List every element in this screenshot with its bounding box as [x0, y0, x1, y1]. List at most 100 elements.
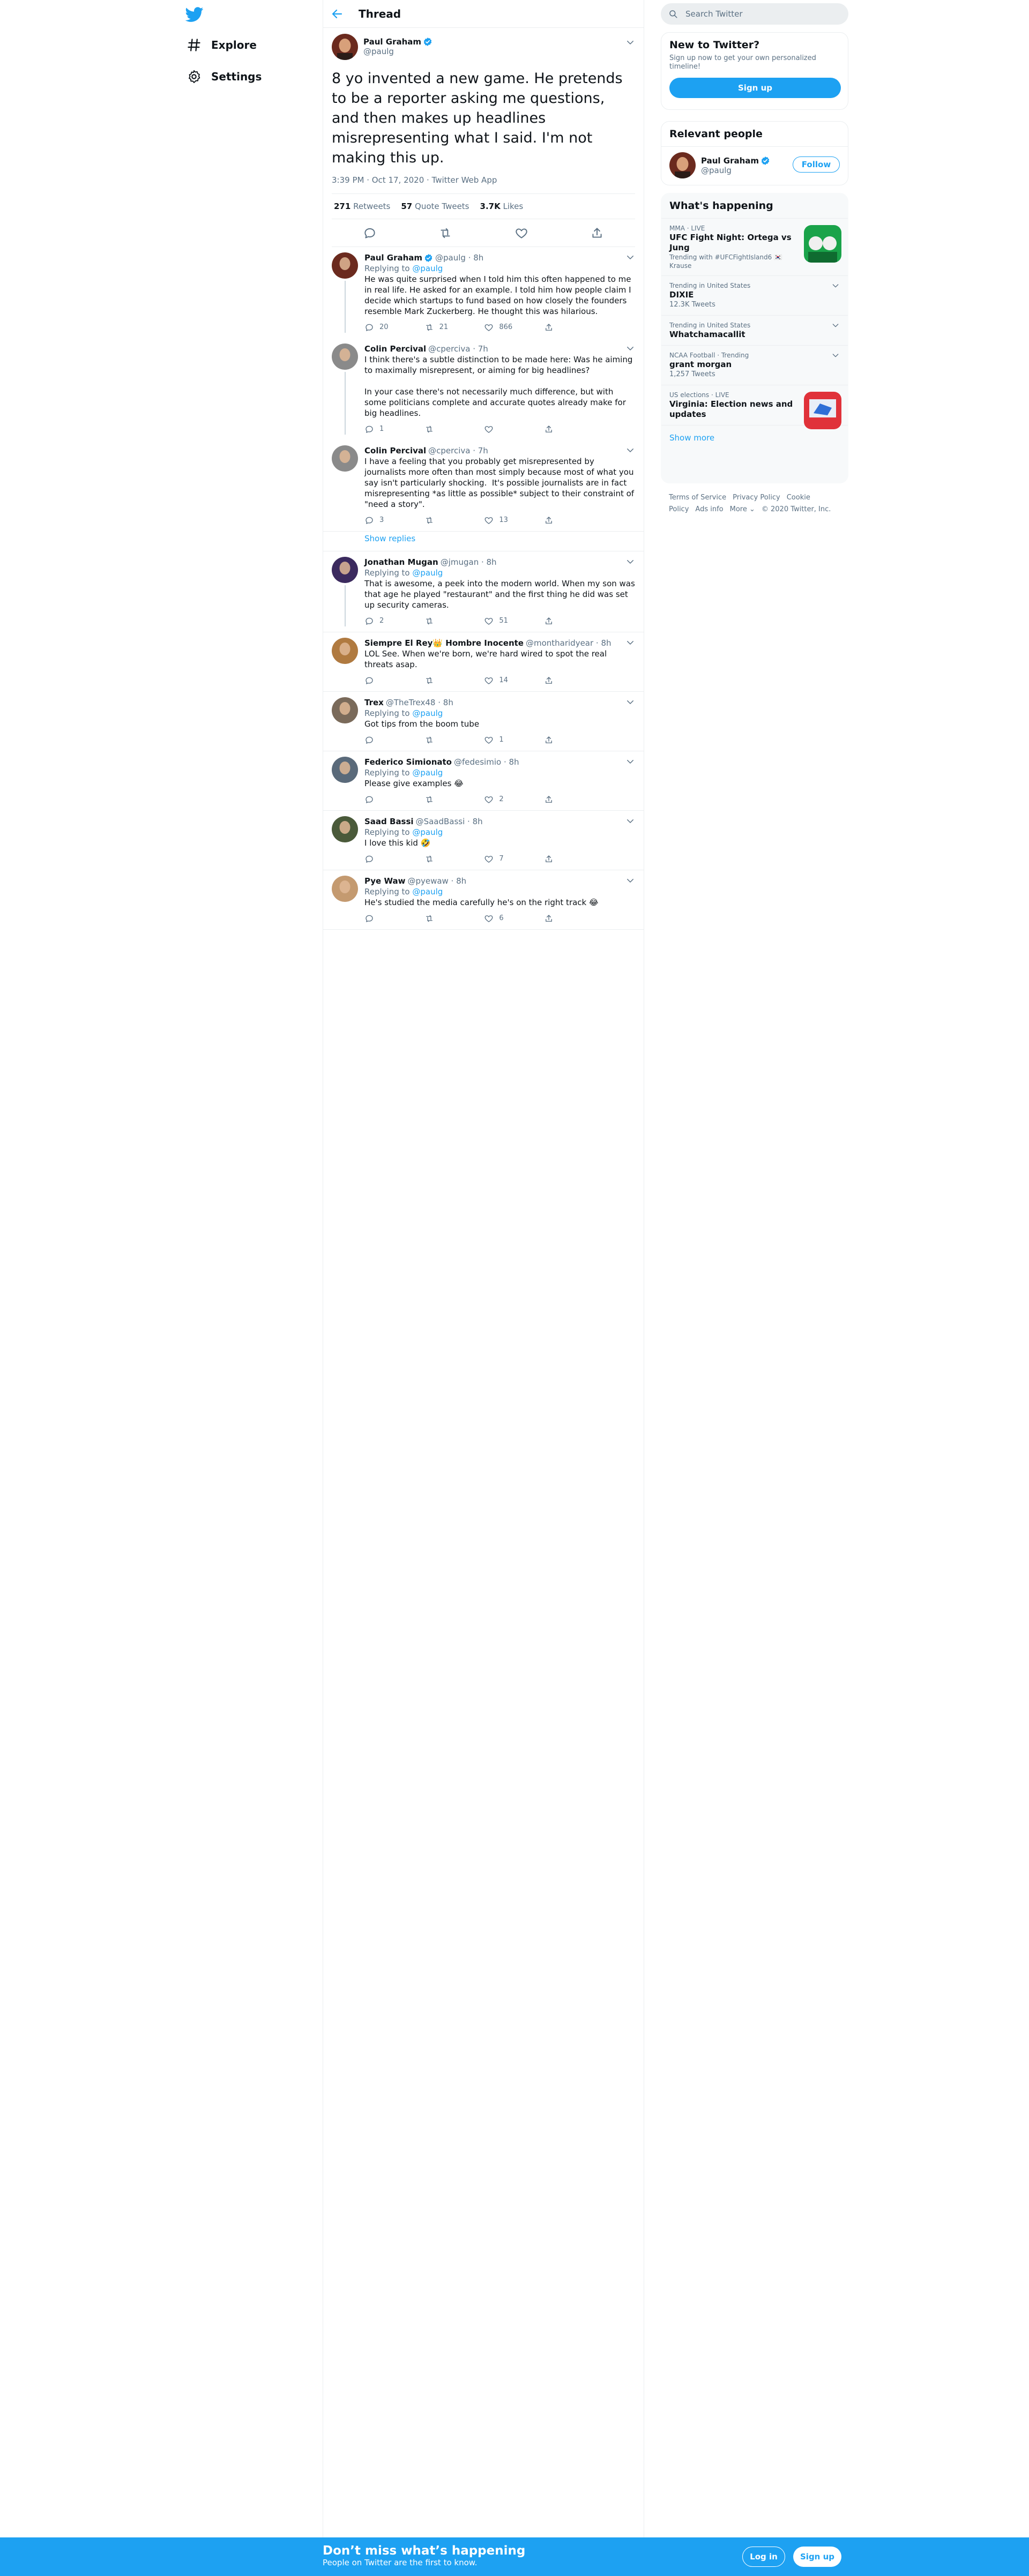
chevron-down-icon[interactable] [831, 351, 840, 360]
chevron-down-icon[interactable] [625, 445, 635, 455]
trend-item[interactable]: Trending in United States DIXIE 12.3K Tw… [661, 276, 848, 316]
reply-action[interactable] [364, 735, 413, 745]
reply-author-name[interactable]: Colin Percival [364, 344, 426, 354]
reply-tweet[interactable]: Colin Percival @cperciva · 7h I think th… [323, 338, 644, 440]
reply-action[interactable]: 20 [364, 322, 413, 333]
reply-tweet[interactable]: Jonathan Mugan @jmugan · 8h Replying to … [323, 551, 644, 632]
avatar[interactable] [332, 252, 358, 279]
like-action[interactable]: 1 [484, 735, 532, 745]
twitter-logo-icon[interactable] [185, 5, 210, 30]
nav-explore[interactable]: Explore [187, 33, 257, 57]
footer-link[interactable]: Ads info [695, 505, 723, 513]
reply-action[interactable]: 1 [364, 424, 413, 435]
share-icon[interactable] [590, 226, 604, 240]
retweet-action[interactable] [424, 675, 473, 686]
tweet-timestamp[interactable]: 3:39 PM · Oct 17, 2020 · Twitter Web App [332, 175, 635, 194]
chevron-down-icon[interactable] [831, 281, 840, 290]
reply-tweet[interactable]: Paul Graham @paulg · 8h Replying to @pau… [323, 247, 644, 338]
like-action[interactable]: 6 [484, 913, 532, 924]
footer-link[interactable]: Privacy Policy [733, 494, 780, 502]
retweet-action[interactable]: 21 [424, 322, 473, 333]
share-action[interactable] [544, 854, 592, 864]
avatar[interactable] [332, 757, 358, 783]
chevron-down-icon[interactable] [625, 38, 635, 47]
like-action[interactable]: 7 [484, 854, 532, 864]
replying-to-handle[interactable]: @paulg [412, 568, 443, 578]
replying-to-handle[interactable]: @paulg [412, 708, 443, 718]
reply-author-name[interactable]: Siempre El Rey👑 Hombre Inocente [364, 638, 524, 648]
reply-author-name[interactable]: Colin Percival [364, 445, 426, 456]
reply-author-name[interactable]: Jonathan Mugan [364, 557, 438, 568]
show-replies-link[interactable]: Show replies [323, 532, 644, 551]
reply-author-handle[interactable]: @pyewaw · 8h [407, 876, 466, 886]
share-action[interactable] [544, 794, 592, 805]
reply-author-handle[interactable]: @fedesimio · 8h [454, 757, 519, 767]
replying-to-handle[interactable]: @paulg [412, 264, 443, 273]
reply-action[interactable]: 3 [364, 515, 413, 526]
reply-author-name[interactable]: Saad Bassi [364, 816, 414, 827]
reply-author-handle[interactable]: @paulg · 8h [435, 252, 483, 263]
relevant-person[interactable]: Paul Graham @paulg Follow [661, 147, 848, 184]
reply-action[interactable] [364, 794, 413, 805]
share-action[interactable] [544, 424, 592, 435]
chevron-down-icon[interactable] [831, 321, 840, 330]
reply-author-name[interactable]: Paul Graham [364, 252, 422, 263]
reply-tweet[interactable]: Pye Waw @pyewaw · 8h Replying to @paulg … [323, 870, 644, 930]
chevron-down-icon[interactable] [625, 557, 635, 566]
chevron-down-icon[interactable] [625, 252, 635, 262]
reply-author-handle[interactable]: @montharidyear · 8h [526, 638, 612, 648]
share-action[interactable] [544, 675, 592, 686]
retweet-icon[interactable] [438, 226, 452, 240]
like-action[interactable]: 13 [484, 515, 532, 526]
footer-link[interactable]: More ⌄ [730, 505, 755, 513]
chevron-down-icon[interactable] [625, 344, 635, 353]
reply-author-handle[interactable]: @SaadBassi · 8h [416, 816, 483, 827]
author-name[interactable]: Paul Graham [363, 37, 421, 47]
like-action[interactable]: 51 [484, 616, 532, 626]
avatar[interactable] [332, 557, 358, 583]
reply-tweet[interactable]: Colin Percival @cperciva · 7h I have a f… [323, 440, 644, 532]
reply-tweet[interactable]: Trex @TheTrex48 · 8h Replying to @paulg … [323, 692, 644, 751]
reply-action[interactable] [364, 675, 413, 686]
share-action[interactable] [544, 616, 592, 626]
reply-author-handle[interactable]: @cperciva · 7h [428, 445, 488, 456]
trend-item[interactable]: Trending in United States Whatchamacalli… [661, 316, 848, 346]
retweet-action[interactable] [424, 854, 473, 864]
author-handle[interactable]: @paulg [363, 47, 433, 56]
retweet-action[interactable] [424, 424, 473, 435]
like-action[interactable] [484, 424, 532, 435]
replying-to-handle[interactable]: @paulg [412, 887, 443, 897]
reply-tweet[interactable]: Federico Simionato @fedesimio · 8h Reply… [323, 751, 644, 811]
back-arrow-icon[interactable] [331, 8, 344, 20]
share-action[interactable] [544, 735, 592, 745]
like-action[interactable]: 866 [484, 322, 532, 333]
avatar[interactable] [332, 344, 358, 370]
follow-button[interactable]: Follow [793, 156, 840, 173]
like-action[interactable]: 2 [484, 794, 532, 805]
avatar[interactable] [332, 697, 358, 723]
login-button[interactable]: Log in [742, 2547, 785, 2567]
trend-item[interactable]: MMA · LIVE UFC Fight Night: Ortega vs Ju… [661, 219, 848, 276]
chevron-down-icon[interactable] [625, 816, 635, 826]
reply-action[interactable] [364, 913, 413, 924]
retweets-stat[interactable]: 271 Retweets [334, 201, 390, 211]
quote-tweets-stat[interactable]: 57 Quote Tweets [401, 201, 469, 211]
reply-action[interactable]: 2 [364, 616, 413, 626]
avatar[interactable] [332, 33, 358, 60]
chevron-down-icon[interactable] [625, 638, 635, 647]
reply-author-handle[interactable]: @TheTrex48 · 8h [386, 697, 453, 708]
retweet-action[interactable] [424, 735, 473, 745]
avatar[interactable] [669, 152, 696, 178]
like-icon[interactable] [514, 226, 528, 240]
reply-action[interactable] [364, 854, 413, 864]
reply-icon[interactable] [363, 226, 377, 240]
retweet-action[interactable] [424, 616, 473, 626]
chevron-down-icon[interactable] [625, 697, 635, 707]
share-action[interactable] [544, 322, 592, 333]
retweet-action[interactable] [424, 913, 473, 924]
retweet-action[interactable] [424, 515, 473, 526]
avatar[interactable] [332, 445, 358, 472]
footer-link[interactable]: Terms of Service [669, 494, 726, 502]
reply-author-name[interactable]: Trex [364, 697, 384, 708]
reply-author-handle[interactable]: @cperciva · 7h [428, 344, 488, 354]
